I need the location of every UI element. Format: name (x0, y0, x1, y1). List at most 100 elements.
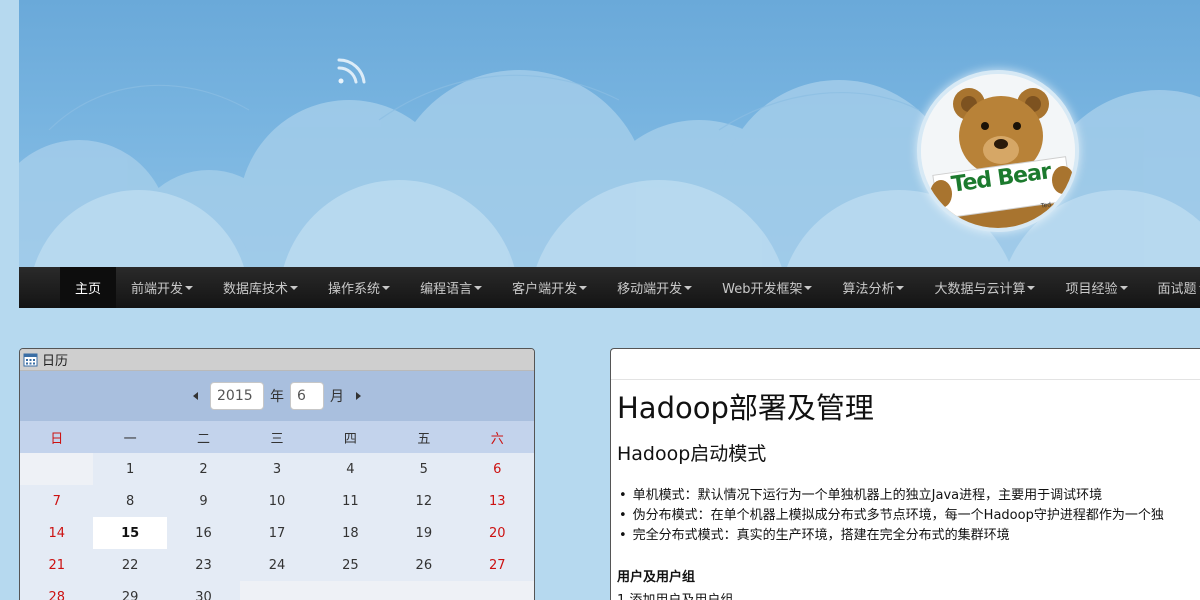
nav-item[interactable]: 算法分析 (827, 267, 919, 308)
calendar-day-today[interactable]: 15 (93, 517, 167, 549)
nav-item-label: 数据库技术 (223, 282, 289, 297)
calendar-day[interactable]: 22 (93, 549, 167, 581)
calendar-day[interactable]: 8 (93, 485, 167, 517)
month-input[interactable]: 6 (290, 382, 324, 410)
nav-item-label: 前端开发 (131, 282, 184, 297)
caret-down-icon (579, 285, 588, 290)
caret-down-icon (185, 285, 194, 290)
mode-list: 单机模式：默认情况下运行为一个单独机器上的独立Java进程，主要用于调试环境 伪… (619, 486, 1200, 546)
calendar-day[interactable]: 25 (313, 549, 388, 581)
calendar-empty-cell (460, 581, 534, 600)
calendar-empty-cell (313, 581, 388, 600)
avatar: Ted Bear Ted (917, 70, 1079, 232)
calendar-day[interactable]: 13 (460, 485, 534, 517)
teddy-bear-image (921, 74, 1075, 228)
calendar-day[interactable]: 9 (166, 485, 241, 517)
nav-item-label: 操作系统 (328, 282, 381, 297)
calendar-day[interactable]: 4 (313, 453, 388, 485)
article-panel: Hadoop部署及管理 Hadoop启动模式 单机模式：默认情况下运行为一个单独… (610, 348, 1200, 600)
calendar-day[interactable]: 7 (20, 485, 94, 517)
calendar-day[interactable]: 6 (460, 453, 534, 485)
nav-item[interactable]: 面试题 (1143, 267, 1200, 308)
nav-item[interactable]: 项目经验 (1050, 267, 1142, 308)
nav-item[interactable]: 大数据与云计算 (919, 267, 1050, 308)
calendar-day[interactable]: 17 (240, 517, 314, 549)
nav-item[interactable]: 编程语言 (405, 267, 497, 308)
calendar-day[interactable]: 11 (313, 485, 388, 517)
calendar-day[interactable]: 29 (93, 581, 167, 600)
calendar-week-row: 123456 (20, 453, 534, 485)
calendar-day[interactable]: 2 (166, 453, 241, 485)
calendar-week-row: 21 22 23 24 25 26 27 (20, 549, 534, 581)
calendar-day[interactable]: 20 (460, 517, 534, 549)
wifi-signal-icon (337, 58, 366, 84)
calendar-grid: 日一二三四五六 1 2 3 4 5 6 7 8 9 10 11 12 13 14 15 16 17 18 19 20 2… (20, 421, 534, 600)
prev-month-arrow-icon[interactable] (193, 392, 198, 400)
article-title: Hadoop部署及管理 (617, 391, 874, 425)
year-input[interactable]: 2015 (210, 382, 264, 410)
calendar-day[interactable]: 12 (387, 485, 461, 517)
calendar-day[interactable]: 19 (387, 517, 461, 549)
calendar-day[interactable]: 30 (166, 581, 241, 600)
header-banner: Ted Bear Ted (19, 0, 1200, 267)
nav-item-label: 大数据与云计算 (934, 282, 1026, 297)
caret-down-icon (474, 285, 483, 290)
calendar-empty-cell (240, 581, 314, 600)
calendar-day[interactable]: 16 (166, 517, 241, 549)
calendar-title: 日历 (42, 354, 69, 369)
calendar-widget: 日历 2015 年 6 月 日一二三四五六 1 2 3 4 5 6 7 8 9 10 11 12 13 1… (19, 348, 535, 600)
calendar-titlebar: 日历 (20, 349, 534, 371)
weekday-label: 二 (166, 421, 241, 453)
calendar-day[interactable]: 3 (240, 453, 314, 485)
nav-item-label: 编程语言 (420, 282, 473, 297)
nav-item[interactable]: 主页 (60, 267, 117, 308)
calendar-day[interactable]: 23 (166, 549, 241, 581)
calendar-day[interactable]: 18 (313, 517, 388, 549)
section-heading: 用户及用户组 (617, 570, 696, 585)
nav-item[interactable]: 操作系统 (313, 267, 405, 308)
list-item: 伪分布模式：在单个机器上模拟成分布式多节点环境，每一个Hadoop守护进程都作为… (619, 506, 1200, 526)
nav-item[interactable]: Web开发框架 (707, 267, 827, 308)
calendar-day[interactable]: 27 (460, 549, 534, 581)
calendar-week-row: 7 8 9 10 11 12 13 (20, 485, 534, 517)
weekday-label: 四 (313, 421, 388, 453)
caret-down-icon (1027, 285, 1036, 290)
calendar-day[interactable]: 1 (93, 453, 167, 485)
nav-item-label: 项目经验 (1065, 282, 1118, 297)
nav-item-label: 面试题 (1157, 282, 1197, 297)
caret-down-icon (804, 285, 813, 290)
calendar-day[interactable]: 28 (20, 581, 94, 600)
weekday-label: 五 (387, 421, 461, 453)
calendar-day[interactable]: 14 (20, 517, 94, 549)
weekday-label: 一 (93, 421, 167, 453)
next-month-arrow-icon[interactable] (356, 392, 361, 400)
list-item: 完全分布式模式：真实的生产环境，搭建在完全分布式的集群环境 (619, 526, 1200, 546)
nav-item-label: 主页 (75, 282, 102, 297)
caret-down-icon (896, 285, 905, 290)
calendar-month-nav: 2015 年 6 月 (20, 371, 534, 421)
calendar-day[interactable]: 10 (240, 485, 314, 517)
step-text: 1.添加用户及用户组 (617, 589, 1200, 600)
caret-down-icon (1119, 285, 1128, 290)
calendar-week-row: 14 15 16 17 18 19 20 (20, 517, 534, 549)
nav-item[interactable]: 客户端开发 (497, 267, 602, 308)
calendar-week-row: 28 29 30 (20, 581, 534, 600)
nav-item[interactable]: 前端开发 (116, 267, 208, 308)
calendar-day[interactable]: 26 (387, 549, 461, 581)
calendar-empty-cell (20, 453, 94, 485)
calendar-day[interactable]: 5 (387, 453, 461, 485)
nav-item[interactable]: 移动端开发 (602, 267, 707, 308)
year-label: 年 (270, 389, 284, 405)
nav-item-label: 算法分析 (842, 282, 895, 297)
calendar-day[interactable]: 21 (20, 549, 94, 581)
weekday-label: 三 (240, 421, 314, 453)
nav-item-label: 移动端开发 (617, 282, 683, 297)
nav-item[interactable]: 数据库技术 (208, 267, 313, 308)
weekday-label: 日 (20, 421, 94, 453)
month-label: 月 (330, 389, 344, 405)
nav-item-label: 客户端开发 (512, 282, 578, 297)
avatar-sign-subtext: Ted (1040, 201, 1052, 210)
caret-down-icon (684, 285, 693, 290)
calendar-day[interactable]: 24 (240, 549, 314, 581)
list-item: 单机模式：默认情况下运行为一个单独机器上的独立Java进程，主要用于调试环境 (619, 486, 1200, 506)
